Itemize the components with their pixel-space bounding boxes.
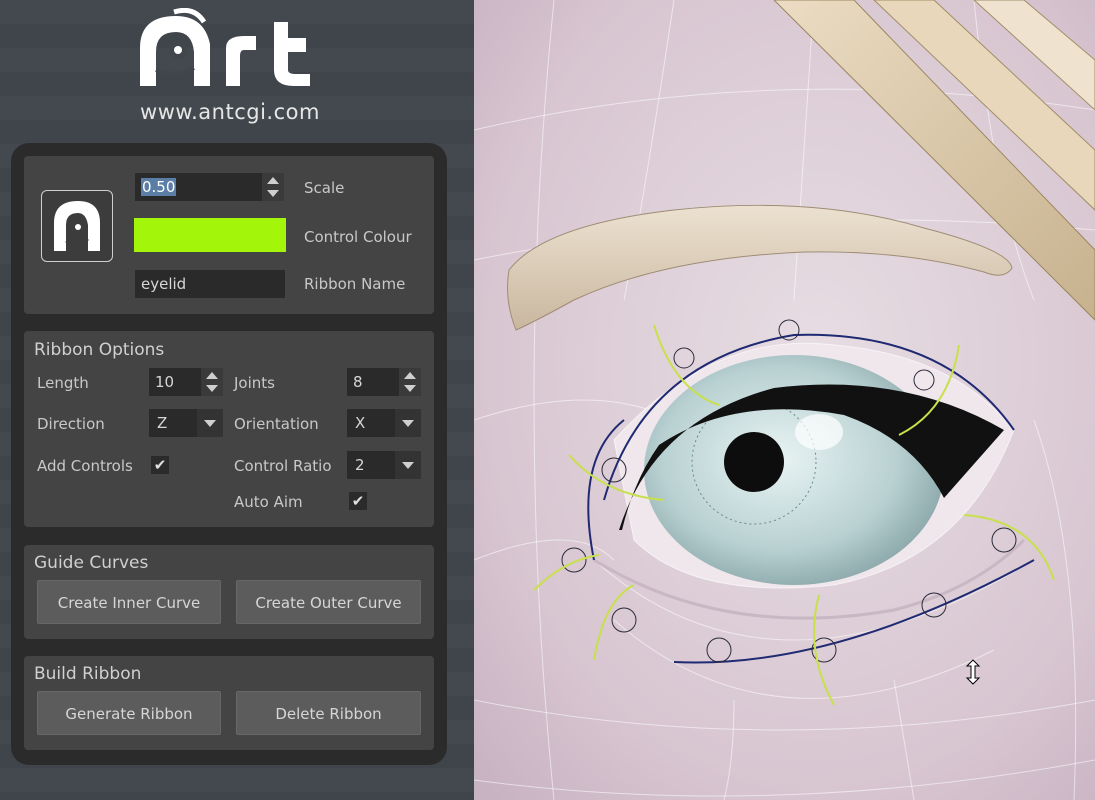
joints-spinner[interactable] — [399, 368, 421, 396]
chevron-up-icon[interactable] — [206, 372, 218, 379]
scale-spinner[interactable] — [262, 173, 284, 201]
joints-label: Joints — [234, 374, 275, 392]
create-inner-curve-button[interactable]: Create Inner Curve — [37, 580, 221, 624]
3d-viewport[interactable] — [474, 0, 1095, 800]
length-label: Length — [37, 374, 89, 392]
direction-dropdown[interactable]: Z — [149, 409, 223, 437]
control-colour-label: Control Colour — [304, 228, 412, 246]
tool-window: 0.50 Scale Control Colour eyelid Ribbon … — [11, 143, 447, 765]
chevron-down-icon[interactable] — [206, 385, 218, 392]
add-controls-label: Add Controls — [37, 457, 133, 475]
ribbon-name-label: Ribbon Name — [304, 275, 406, 293]
chevron-down-icon[interactable] — [197, 409, 223, 437]
chevron-down-icon[interactable] — [404, 385, 416, 392]
orientation-dropdown[interactable]: X — [347, 409, 421, 437]
chevron-up-icon[interactable] — [267, 177, 279, 184]
control-ratio-dropdown[interactable]: 2 — [347, 451, 421, 479]
delete-ribbon-button[interactable]: Delete Ribbon — [236, 691, 421, 735]
build-ribbon-section: Build Ribbon Generate Ribbon Delete Ribb… — [24, 656, 434, 750]
control-colour-swatch[interactable] — [134, 218, 286, 252]
auto-aim-label: Auto Aim — [234, 493, 303, 511]
tool-icon — [41, 190, 113, 262]
orientation-label: Orientation — [234, 415, 319, 433]
chevron-down-icon[interactable] — [395, 451, 421, 479]
ribbon-options-title: Ribbon Options — [34, 340, 165, 360]
chevron-up-icon[interactable] — [404, 372, 416, 379]
eye-render — [474, 0, 1095, 800]
ribbon-name-input[interactable]: eyelid — [135, 270, 285, 298]
add-controls-checkbox[interactable]: ✔ — [151, 456, 169, 474]
control-ratio-label: Control Ratio — [234, 457, 332, 475]
guide-curves-section: Guide Curves Create Inner Curve Create O… — [24, 545, 434, 639]
scale-label: Scale — [304, 179, 345, 197]
chevron-down-icon[interactable] — [267, 190, 279, 197]
art-head-icon — [54, 201, 100, 251]
direction-label: Direction — [37, 415, 105, 433]
length-input[interactable]: 10 — [149, 368, 203, 396]
scale-input[interactable]: 0.50 — [135, 173, 265, 201]
create-outer-curve-button[interactable]: Create Outer Curve — [236, 580, 421, 624]
joints-input[interactable]: 8 — [347, 368, 401, 396]
auto-aim-checkbox[interactable]: ✔ — [349, 492, 367, 510]
length-spinner[interactable] — [201, 368, 223, 396]
build-ribbon-title: Build Ribbon — [34, 664, 142, 684]
art-logo-icon — [140, 8, 310, 86]
chevron-down-icon[interactable] — [395, 409, 421, 437]
generate-ribbon-button[interactable]: Generate Ribbon — [37, 691, 221, 735]
site-url: www.antcgi.com — [140, 100, 320, 124]
brand-logo: www.antcgi.com — [120, 8, 340, 128]
guide-curves-title: Guide Curves — [34, 553, 149, 573]
ribbon-options-section: Ribbon Options Length 10 Joints 8 Direct… — [24, 331, 434, 527]
header-section: 0.50 Scale Control Colour eyelid Ribbon … — [24, 156, 434, 314]
